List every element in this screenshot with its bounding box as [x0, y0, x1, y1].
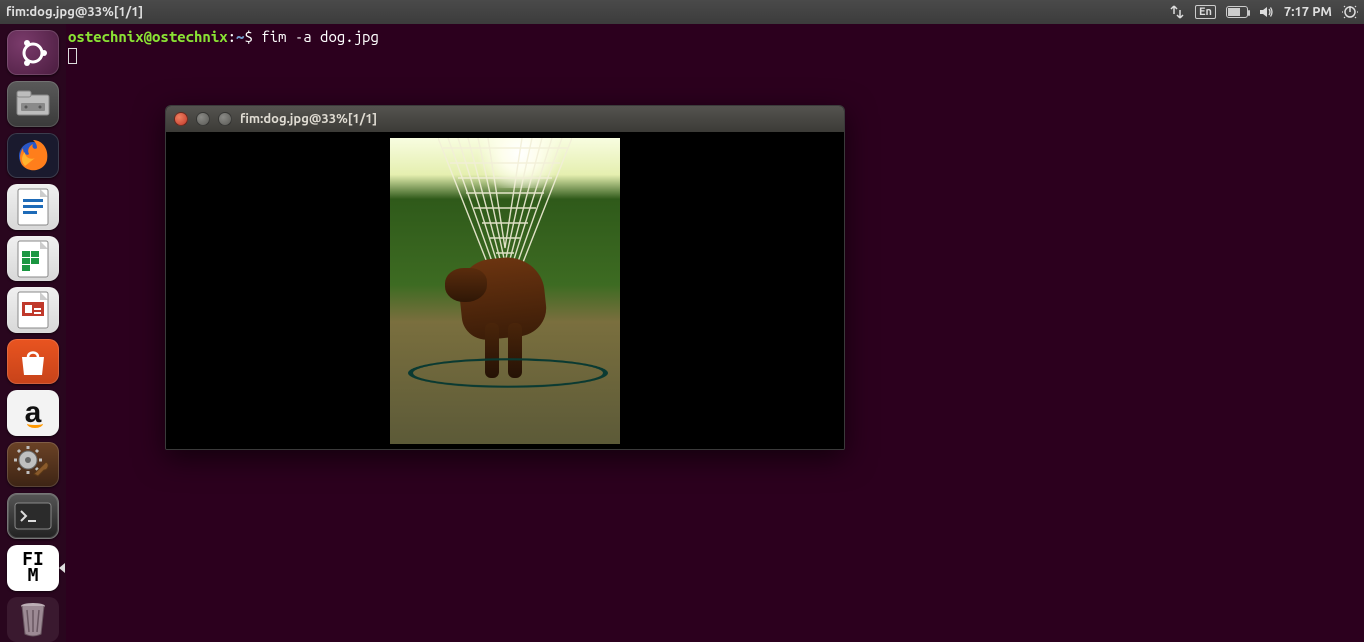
terminal-line: ostechnix@ostechnix:~$ fim -a dog.jpg [68, 28, 1362, 46]
terminal-icon [13, 501, 53, 531]
fim-titlebar[interactable]: fim:dog.jpg@33%[1/1] [166, 106, 844, 132]
launcher-trash[interactable] [7, 597, 59, 642]
prompt-host: ostechnix [152, 28, 228, 45]
session-icon[interactable] [1342, 4, 1358, 20]
file-manager-icon [15, 89, 51, 119]
launcher-amazon[interactable]: a [7, 390, 59, 435]
launcher-firefox[interactable] [7, 133, 59, 178]
launcher-writer[interactable] [7, 184, 59, 229]
fim-window-title: fim:dog.jpg@33%[1/1] [240, 112, 377, 126]
terminal-cursor [68, 48, 77, 64]
calc-icon [16, 239, 50, 279]
amazon-icon: a [25, 396, 42, 430]
window-maximize-button[interactable] [218, 112, 232, 126]
launcher-software[interactable] [7, 339, 59, 384]
launcher-impress[interactable] [7, 287, 59, 332]
network-icon[interactable] [1169, 4, 1185, 20]
launcher-files[interactable] [7, 81, 59, 126]
trash-icon [17, 600, 49, 638]
window-title: fim:dog.jpg@33%[1/1] [6, 5, 143, 19]
language-indicator[interactable]: En [1195, 5, 1216, 19]
launcher-fim[interactable]: FIM [7, 545, 59, 590]
impress-icon [16, 290, 50, 330]
launcher-dash[interactable] [7, 30, 59, 75]
unity-launcher: a FIM [0, 24, 66, 642]
writer-icon [16, 187, 50, 227]
launcher-terminal[interactable] [7, 493, 59, 539]
window-minimize-button[interactable] [196, 112, 210, 126]
prompt-user: ostechnix [68, 28, 144, 45]
gear-wrench-icon [14, 446, 52, 484]
terminal-command: fim -a dog.jpg [261, 28, 379, 45]
dog-head [445, 268, 487, 302]
launcher-settings[interactable] [7, 442, 59, 487]
fim-icon: FIM [22, 552, 44, 584]
battery-icon[interactable] [1226, 6, 1248, 18]
displayed-image [390, 138, 620, 444]
fim-image-area[interactable] [166, 132, 844, 449]
firefox-icon [13, 136, 53, 176]
fim-window[interactable]: fim:dog.jpg@33%[1/1] [165, 105, 845, 450]
window-close-button[interactable] [174, 112, 188, 126]
launcher-calc[interactable] [7, 236, 59, 281]
shopping-bag-icon [16, 345, 50, 379]
ubuntu-logo-icon [16, 36, 50, 70]
active-indicator-icon [59, 563, 65, 573]
clock[interactable]: 7:17 PM [1284, 5, 1332, 19]
sound-icon[interactable] [1258, 4, 1274, 20]
hose-hoop [408, 358, 608, 388]
top-menubar: fim:dog.jpg@33%[1/1] En 7:17 PM [0, 0, 1364, 24]
